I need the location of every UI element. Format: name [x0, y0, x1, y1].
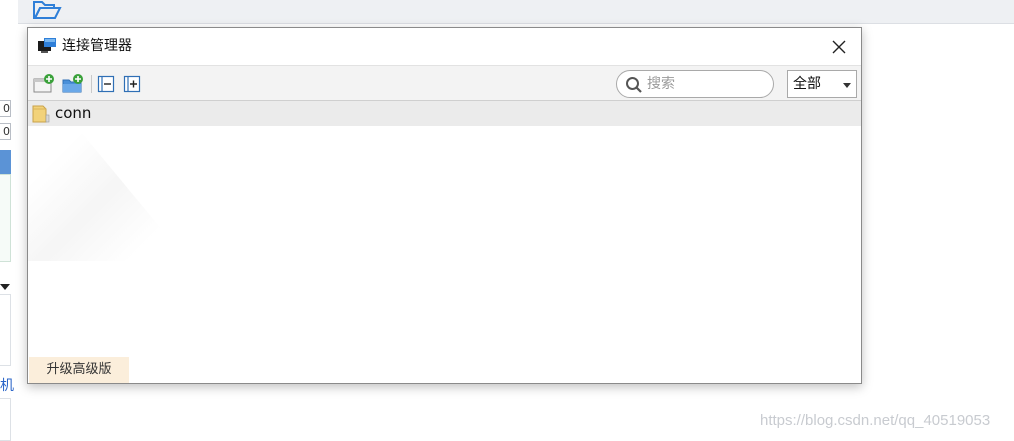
background-selected-item — [0, 150, 11, 174]
background-left-panel: 0 0 机 — [0, 70, 14, 441]
drag-shadow — [28, 126, 188, 261]
search-box[interactable] — [616, 70, 774, 98]
connection-manager-icon — [38, 38, 56, 53]
close-button[interactable] — [817, 28, 861, 65]
background-field[interactable]: 0 — [0, 100, 11, 117]
watermark-text: https://blog.csdn.net/qq_40519053 — [760, 412, 991, 429]
new-connection-button[interactable] — [32, 72, 56, 96]
background-toolbar — [18, 0, 1014, 24]
close-icon — [832, 40, 846, 53]
new-folder-icon — [62, 74, 83, 93]
collapse-icon — [97, 75, 115, 93]
expand-all-button[interactable] — [120, 72, 144, 96]
new-connection-icon — [33, 74, 54, 93]
background-text: 机 — [0, 378, 14, 394]
search-icon — [626, 77, 642, 93]
tree-item-conn[interactable]: conn — [28, 101, 861, 126]
open-folder-icon[interactable] — [32, 0, 62, 20]
title-bar[interactable]: 连接管理器 — [28, 28, 861, 65]
upgrade-button[interactable]: 升级高级版 — [29, 357, 129, 383]
expand-icon — [123, 75, 141, 93]
collapse-all-button[interactable] — [94, 72, 118, 96]
filter-select[interactable]: 全部 — [787, 70, 857, 98]
toolbar-separator — [91, 75, 92, 93]
tree-item-label: conn — [55, 104, 92, 122]
connection-tree: conn — [28, 101, 861, 383]
new-group-button[interactable] — [61, 72, 85, 96]
connection-manager-dialog: 连接管理器 搜索 全部 conn 升级高级版 — [27, 27, 862, 384]
background-dotted-box — [0, 398, 11, 441]
filter-select-value: 全部 — [793, 76, 821, 92]
dropdown-arrow-icon[interactable] — [0, 284, 10, 290]
toolbar: 全部 — [28, 65, 861, 101]
background-panel — [0, 174, 11, 262]
background-dotted-box — [0, 294, 11, 366]
background-field[interactable]: 0 — [0, 123, 11, 140]
dialog-title: 连接管理器 — [62, 38, 132, 54]
chevron-down-icon — [843, 83, 851, 88]
search-input[interactable] — [647, 74, 767, 94]
folder-icon — [32, 105, 50, 123]
